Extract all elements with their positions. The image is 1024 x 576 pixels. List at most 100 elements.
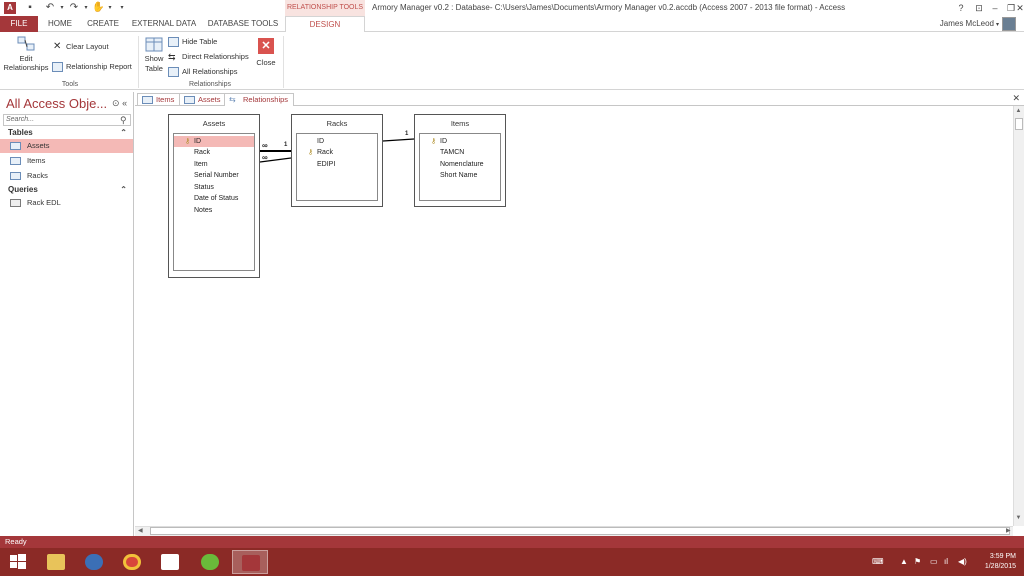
touch-dropdown-icon[interactable]: ▾ <box>104 2 116 14</box>
field-row[interactable]: ID <box>297 136 377 147</box>
relationships-canvas[interactable] <box>135 106 1013 526</box>
vertical-scroll-thumb[interactable] <box>1015 118 1023 130</box>
hide-table-button[interactable]: Hide Table <box>168 35 217 49</box>
scroll-up-icon[interactable]: ▲ <box>1014 108 1023 116</box>
show-table-button[interactable]: Show Table <box>142 36 166 74</box>
show-hidden-icons-icon[interactable]: ▲ <box>900 557 908 566</box>
field-row[interactable]: Short Name <box>420 170 500 181</box>
nav-menu-icon[interactable]: ⊙ <box>112 98 120 108</box>
network-icon[interactable]: ⚑ <box>914 557 921 566</box>
redo-dropdown-icon[interactable]: ▾ <box>80 2 92 14</box>
edit-relationships-icon <box>17 36 35 52</box>
close-document-icon[interactable]: ✕ <box>1012 93 1020 104</box>
nav-pane-controls: ⊙ « <box>112 98 127 109</box>
tab-home[interactable]: HOME <box>44 16 76 32</box>
direct-relationships-button[interactable]: ⇆ Direct Relationships <box>168 50 249 64</box>
field-name: Status <box>194 184 214 191</box>
field-row[interactable]: EDIPI <box>297 159 377 170</box>
all-relationships-button[interactable]: All Relationships <box>168 65 237 79</box>
field-row[interactable]: Nomenclature <box>420 159 500 170</box>
undo-icon[interactable]: ↶ <box>44 2 56 14</box>
field-row[interactable]: ⚷ Rack <box>297 147 377 158</box>
query-icon <box>10 199 21 207</box>
scroll-left-icon[interactable]: ◀ <box>138 527 143 534</box>
user-name[interactable]: James McLeod <box>940 16 994 32</box>
taskbar-chrome[interactable] <box>114 550 150 574</box>
nav-item-rack-edl[interactable]: Rack EDL <box>0 196 133 210</box>
horizontal-scroll-thumb[interactable] <box>150 527 1010 535</box>
taskbar-file-explorer[interactable] <box>38 550 74 574</box>
close-window-button[interactable]: ✕ <box>1016 0 1024 16</box>
relationships-icon: ⇆ <box>229 95 236 104</box>
key-icon: ⚷ <box>431 138 437 145</box>
nav-item-label: Items <box>27 156 46 165</box>
keyboard-icon[interactable]: ⌨ <box>872 557 884 566</box>
edit-relationships-label: Edit Relationships <box>3 54 49 72</box>
touch-mode-icon[interactable]: ✋ <box>92 2 104 14</box>
battery-icon[interactable]: ▭ <box>930 557 938 566</box>
field-name: Item <box>194 161 208 168</box>
nav-item-assets[interactable]: Assets <box>0 139 133 153</box>
nav-item-items[interactable]: Items <box>0 154 133 168</box>
doc-tab-assets[interactable]: Assets <box>179 93 227 106</box>
apps-grid-icon <box>161 554 179 570</box>
volume-icon[interactable]: ◀) <box>958 557 967 566</box>
field-row[interactable]: TAMCN <box>420 147 500 158</box>
user-dropdown-icon[interactable]: ▾ <box>996 21 999 28</box>
tab-design[interactable]: DESIGN <box>285 16 365 33</box>
tools-group-label: Tools <box>61 81 79 88</box>
nav-search-input[interactable]: Search... <box>3 114 131 126</box>
access-logo-icon[interactable]: A <box>4 2 16 14</box>
hide-table-label: Hide Table <box>182 37 218 46</box>
relationships-group-label: Relationships <box>188 81 232 88</box>
assets-table-box[interactable]: Assets ⚷ ID Rack Item Serial Number Statu… <box>168 114 260 278</box>
search-icon[interactable]: ⚲ <box>120 115 127 126</box>
items-table-box[interactable]: Items ⚷ ID TAMCN Nomenclature Short Name <box>414 114 506 207</box>
tab-create[interactable]: CREATE <box>84 16 122 32</box>
scroll-down-icon[interactable]: ▼ <box>1014 515 1023 523</box>
start-button[interactable] <box>0 550 36 574</box>
tab-file[interactable]: FILE <box>0 16 38 32</box>
field-row[interactable]: Notes <box>174 205 254 216</box>
field-row[interactable]: Rack <box>174 147 254 158</box>
scroll-right-icon[interactable]: ▶ <box>1006 527 1011 534</box>
save-icon[interactable]: ▪ <box>24 2 36 14</box>
taskbar-thunderbird[interactable] <box>76 550 112 574</box>
nav-pane-title[interactable]: All Access Obje... <box>6 96 107 111</box>
avatar[interactable] <box>1002 17 1016 31</box>
close-relationships-button[interactable]: ✕ Close <box>254 38 278 67</box>
field-row[interactable]: ⚷ ID <box>174 136 254 147</box>
field-row[interactable]: Date of Status <box>174 193 254 204</box>
doc-tab-relationships[interactable]: ⇆ Relationships <box>224 93 295 107</box>
customize-qat-icon[interactable]: ▾ <box>116 2 128 14</box>
taskbar-store[interactable] <box>152 550 188 574</box>
relationship-report-button[interactable]: Relationship Report <box>52 60 132 74</box>
doc-tab-items[interactable]: Items <box>137 93 181 106</box>
help-button[interactable]: ? <box>952 0 970 16</box>
field-row[interactable]: Serial Number <box>174 170 254 181</box>
windows-logo-icon <box>10 554 26 569</box>
vertical-scrollbar[interactable] <box>1013 106 1024 526</box>
tab-database-tools[interactable]: DATABASE TOOLS <box>206 16 280 32</box>
queries-group-header[interactable]: Queries ⌃ <box>0 184 133 196</box>
taskbar-access[interactable] <box>232 550 268 574</box>
tables-group-header[interactable]: Tables ⌃ <box>0 127 133 139</box>
clear-layout-button[interactable]: ✕ Clear Layout <box>52 40 109 54</box>
racks-table-box[interactable]: Racks ID ⚷ Rack EDIPI <box>291 114 383 207</box>
all-relationships-icon <box>168 67 179 77</box>
undo-dropdown-icon[interactable]: ▾ <box>56 2 68 14</box>
clock[interactable]: 3:59 PM 1/28/2015 <box>985 552 1016 572</box>
redo-icon[interactable]: ↷ <box>68 2 80 14</box>
all-relationships-label: All Relationships <box>182 67 238 76</box>
table-title: Assets <box>202 119 226 128</box>
queries-header-label: Queries <box>8 185 38 194</box>
field-row[interactable]: Status <box>174 182 254 193</box>
nav-item-racks[interactable]: Racks <box>0 169 133 183</box>
tab-external-data[interactable]: EXTERNAL DATA <box>130 16 198 32</box>
field-row[interactable]: ⚷ ID <box>420 136 500 147</box>
shutter-bar-icon[interactable]: « <box>122 98 127 108</box>
field-row[interactable]: Item <box>174 159 254 170</box>
edit-relationships-button[interactable]: Edit Relationships <box>2 36 50 72</box>
signal-icon[interactable]: ıl <box>944 557 948 566</box>
taskbar-spotify[interactable] <box>192 550 228 574</box>
